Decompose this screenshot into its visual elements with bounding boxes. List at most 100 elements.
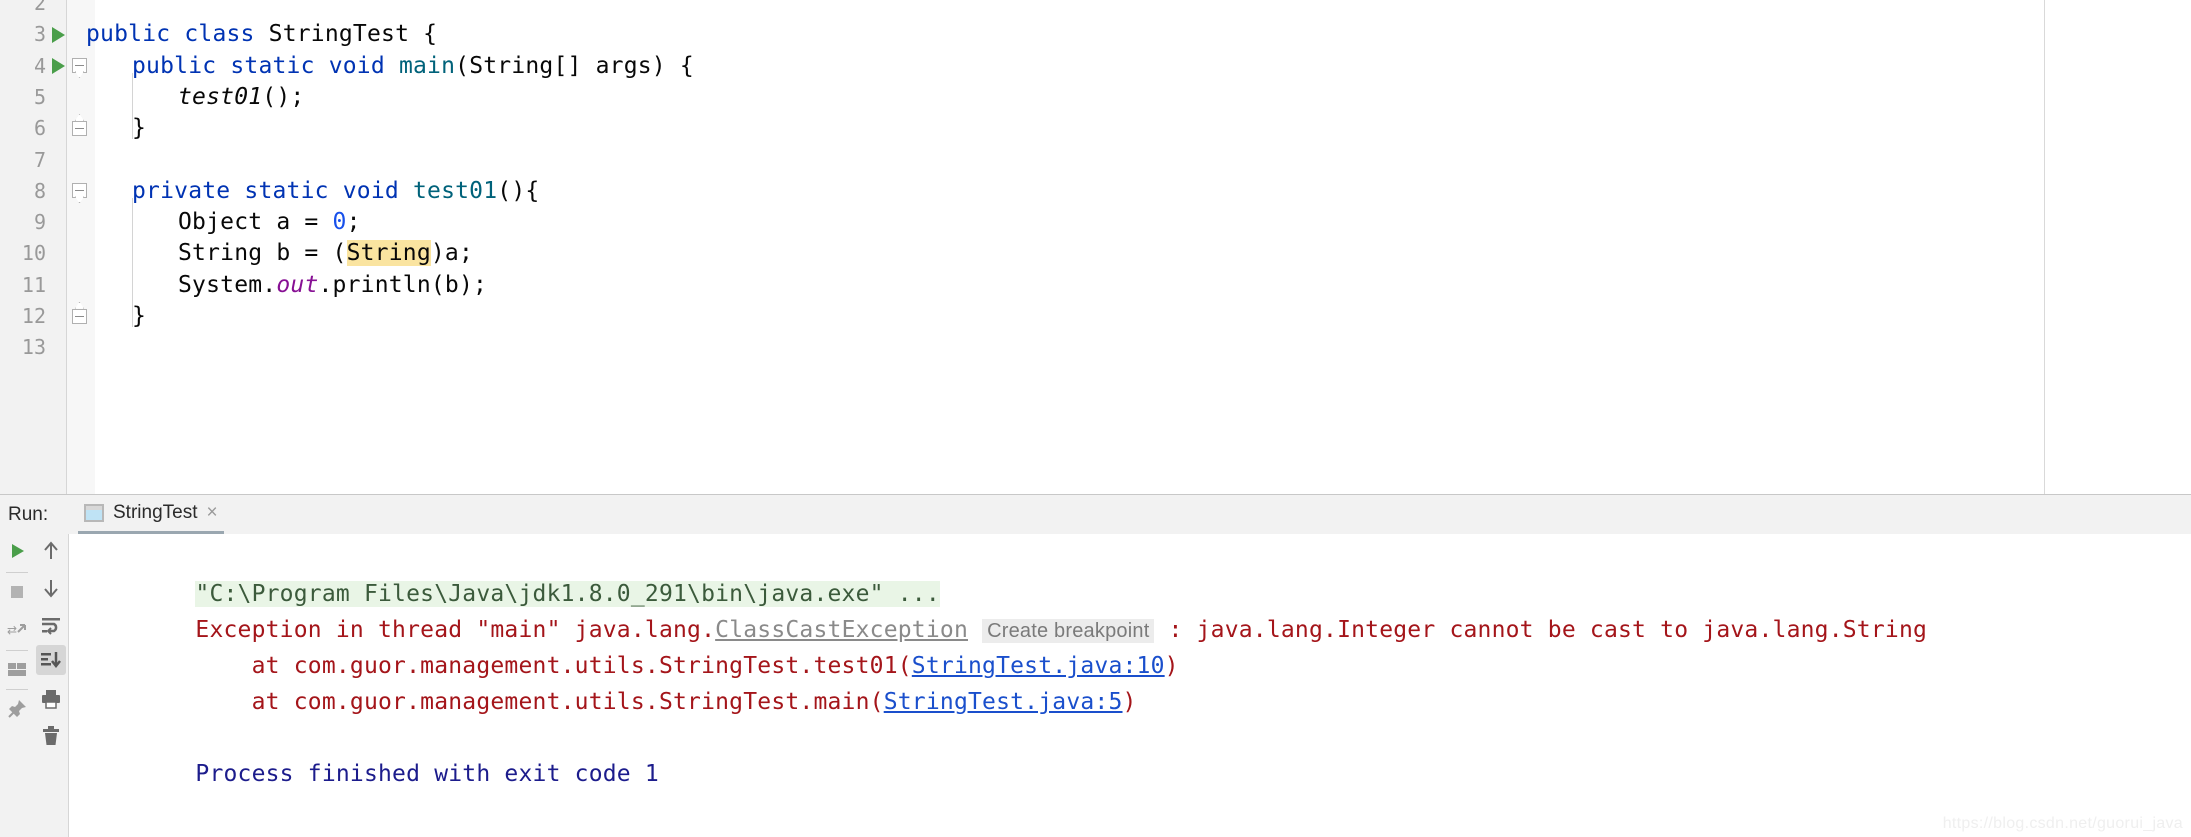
printer-icon [42, 690, 60, 709]
code-token: .println(b); [318, 271, 488, 298]
soft-wrap-button[interactable] [34, 608, 68, 642]
clear-all-button[interactable] [34, 719, 68, 753]
code-token: static [244, 177, 343, 204]
code-token: void [328, 52, 399, 79]
code-token: ; [346, 209, 361, 236]
code-token: Object a = [178, 209, 333, 236]
line-number: 2 [33, 0, 46, 15]
print-button[interactable] [34, 682, 68, 716]
code-token: System. [178, 271, 277, 298]
layout-settings-button[interactable] [0, 653, 34, 687]
code-text: private static void test01(){ [132, 176, 539, 207]
console-output[interactable]: "C:\Program Files\Java\jdk1.8.0_291\bin\… [69, 534, 2191, 837]
code-text: public static void main(String[] args) { [132, 51, 694, 82]
toolbar-separator [6, 689, 28, 690]
code-token: { [409, 21, 438, 48]
code-text: } [132, 113, 146, 144]
code-token: void [342, 177, 413, 204]
up-the-stack-trace-button[interactable] [34, 534, 68, 568]
code-token: 0 [332, 209, 347, 236]
run-gutter-icon[interactable] [52, 58, 65, 75]
code-token: StringTest [268, 21, 410, 48]
editor-right-edge [2044, 0, 2045, 495]
layout-icon [8, 663, 26, 676]
line-number: 7 [33, 147, 46, 172]
line-number: 4 [33, 53, 46, 78]
fold-collapse-icon[interactable] [72, 120, 87, 136]
code-token: public [132, 52, 231, 79]
code-text: String b = (String)a; [178, 238, 473, 269]
rerun-button[interactable] [0, 534, 34, 568]
rerun-failed-icon: ⇄ [7, 623, 26, 637]
stop-icon [11, 586, 23, 598]
code-token: String b = ( [178, 240, 347, 267]
code-token: public [86, 21, 185, 48]
line-number: 11 [21, 272, 46, 297]
code-token: (){ [497, 177, 540, 204]
indent-guide [132, 72, 133, 140]
code-token: out [276, 271, 319, 298]
code-token: private [132, 177, 245, 204]
code-token: class [184, 21, 269, 48]
arrow-down-icon [44, 580, 58, 598]
stop-button[interactable] [0, 575, 34, 609]
line-number: 10 [21, 241, 46, 266]
line-number: 13 [21, 335, 46, 360]
arrow-up-icon [44, 541, 58, 559]
line-number: 9 [33, 210, 46, 235]
run-toolbar-console[interactable] [34, 534, 69, 837]
pin-icon [8, 700, 26, 718]
pin-tab-button[interactable] [0, 692, 34, 726]
code-text: test01(); [178, 82, 304, 113]
play-icon [12, 544, 24, 558]
trash-icon [43, 726, 59, 745]
code-token: test01 [412, 177, 498, 204]
code-line[interactable]: 13 [0, 332, 2191, 375]
run-gutter-icon[interactable] [52, 26, 65, 43]
fold-expand-icon[interactable] [72, 58, 87, 74]
scroll-to-end-icon [41, 652, 61, 669]
process-exit-text: Process finished with exit code 1 [195, 761, 659, 787]
rerun-failed-tests-button[interactable]: ⇄ [0, 612, 34, 646]
code-token: } [132, 303, 147, 329]
run-tool-window: Run: StringTest × ⇄ "C:\Program Files\Ja… [0, 495, 2191, 837]
stack-frame-text: at com.guor.management.utils.StringTest.… [195, 689, 884, 715]
fold-expand-icon[interactable] [72, 183, 87, 199]
ide-window: 2 3 public class StringTest {4 public stati… [0, 0, 2191, 837]
line-number: 3 [33, 22, 46, 47]
run-tab-stringtest[interactable]: StringTest × [78, 495, 224, 534]
scroll-to-end-button[interactable] [36, 645, 66, 675]
line-number: 6 [33, 116, 46, 141]
fold-collapse-icon[interactable] [72, 308, 87, 324]
code-text: System.out.println(b); [178, 270, 487, 301]
code-lines[interactable]: 2 3 public class StringTest {4 public stati… [0, 0, 2191, 500]
code-token: static [230, 52, 329, 79]
code-editor[interactable]: 2 3 public class StringTest {4 public stati… [0, 0, 2191, 500]
watermark: https://blog.csdn.net/guorui_java [1942, 815, 2183, 832]
code-token: )a; [430, 240, 474, 267]
toolbar-separator [6, 650, 28, 651]
code-token: String [346, 240, 431, 267]
close-icon[interactable]: × [206, 503, 217, 524]
stack-frame-suffix: ) [1122, 689, 1137, 715]
code-text: Object a = 0; [178, 207, 361, 238]
code-text: public class StringTest { [86, 19, 437, 50]
java-class-icon [84, 504, 104, 522]
svg-text:⇄: ⇄ [7, 623, 17, 637]
toolbar-separator [6, 572, 28, 573]
down-the-stack-trace-button[interactable] [34, 571, 68, 605]
exception-message-text: : java.lang.Integer cannot be cast to ja… [1154, 617, 1928, 643]
stack-frame-suffix: ) [1164, 653, 1179, 679]
console-exit-line: Process finished with exit code 1 [83, 720, 659, 828]
run-toolbar-primary[interactable]: ⇄ [0, 534, 34, 837]
line-number: 5 [33, 84, 46, 109]
code-token: test01 [178, 83, 263, 110]
code-token: main [398, 52, 456, 79]
indent-guide [132, 197, 133, 327]
run-tool-window-header: Run: StringTest × [0, 495, 2191, 535]
line-number: 8 [33, 178, 46, 203]
source-file-link[interactable]: StringTest.java:5 [884, 689, 1123, 715]
line-number: 12 [21, 304, 46, 328]
soft-wrap-icon [42, 618, 60, 635]
code-token: (); [262, 83, 305, 110]
